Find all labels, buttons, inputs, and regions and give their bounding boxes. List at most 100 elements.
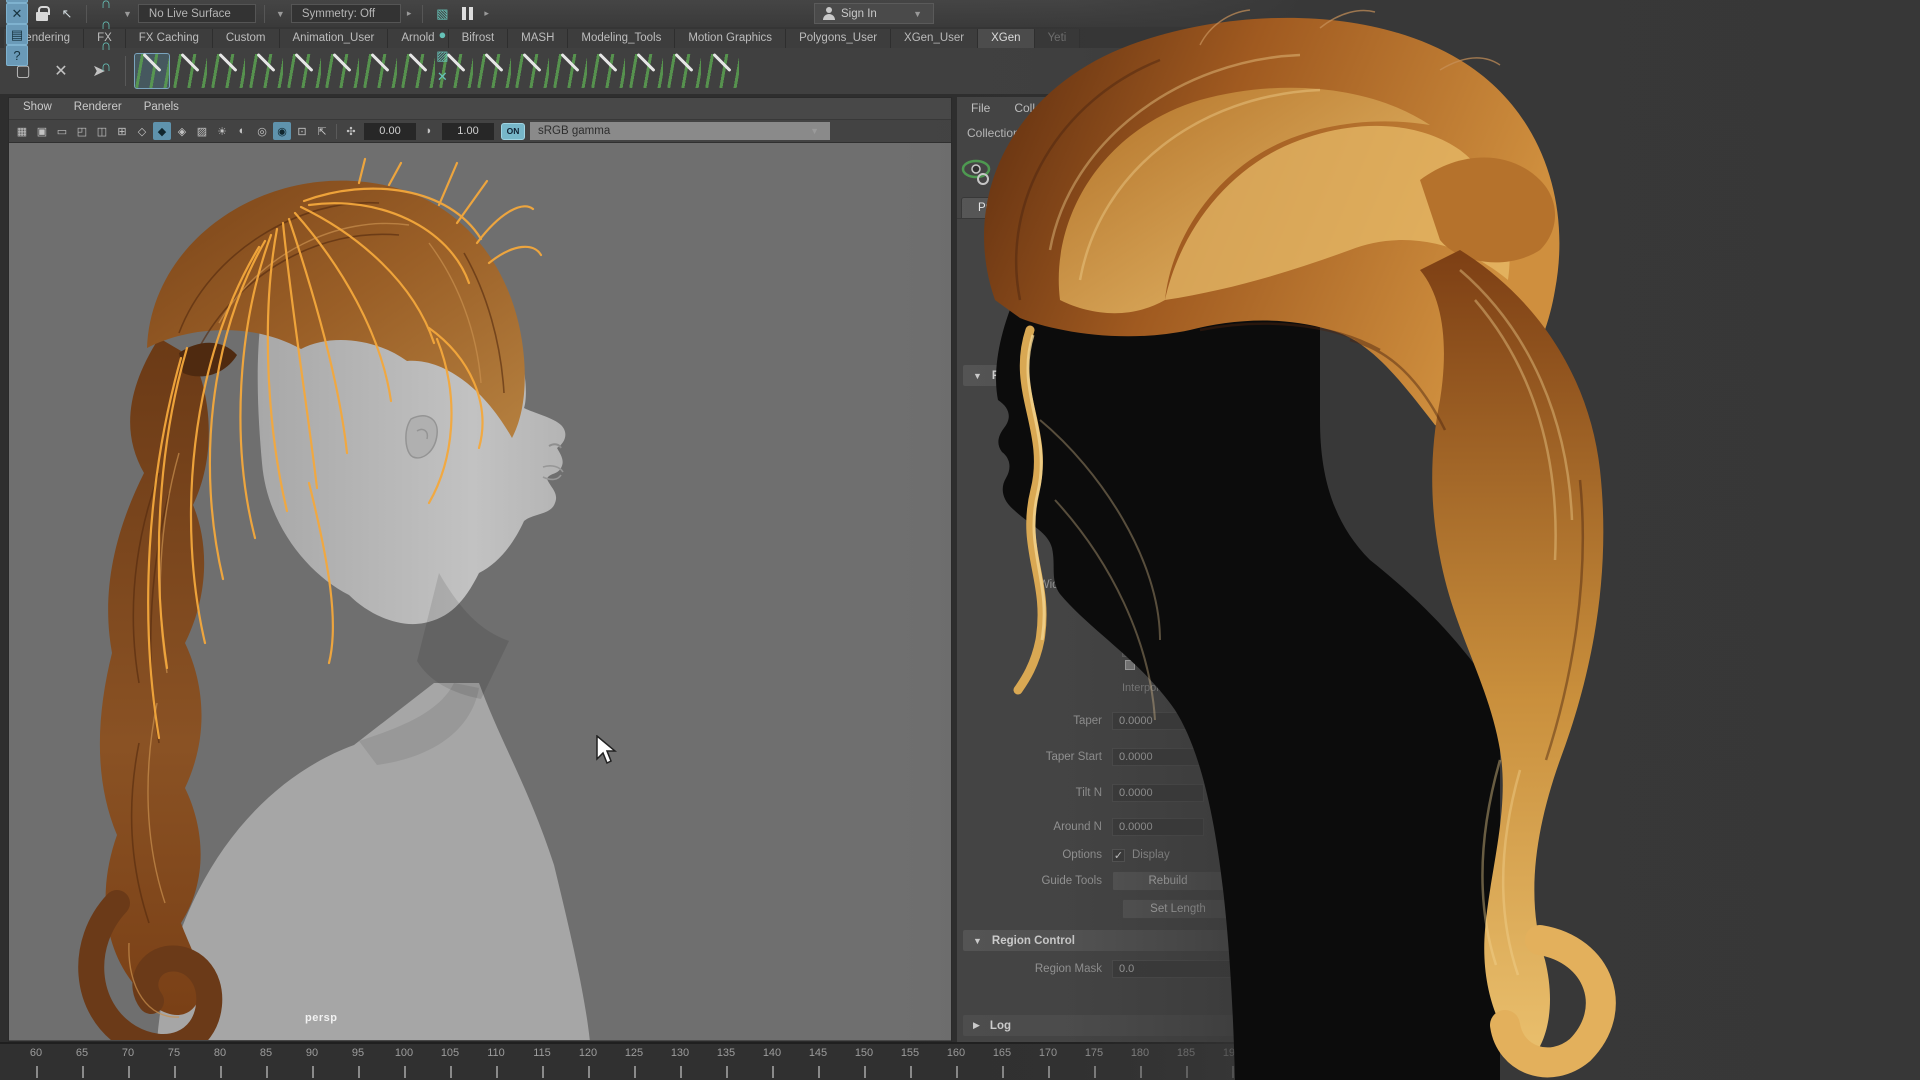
xgen-comb-guides-icon[interactable] xyxy=(325,54,359,88)
uniform-cvs-checkbox[interactable]: ✓ xyxy=(1122,479,1135,492)
symmetry-dropdown[interactable]: Symmetry: Off xyxy=(291,4,401,23)
hypershade-icon[interactable]: ● xyxy=(431,24,453,45)
toggle-preview-caret-icon[interactable]: ▼ xyxy=(1068,167,1083,177)
modifier-cv-count-field[interactable]: 40 xyxy=(1112,450,1204,468)
xgen-noise-guides-icon[interactable] xyxy=(515,54,549,88)
3d-viewport[interactable]: persp xyxy=(9,143,951,1040)
xgen-brush-guides-icon[interactable] xyxy=(363,54,397,88)
render-sequence-icon[interactable]: ▧ xyxy=(431,3,453,24)
xgen-pin-guides-icon[interactable] xyxy=(629,54,663,88)
xgen-menu-item[interactable]: File xyxy=(971,101,990,119)
colorspace-dropdown[interactable]: sRGB gamma ▼ xyxy=(530,122,830,140)
pause-icon[interactable] xyxy=(456,3,478,24)
shelf-tab[interactable]: Motion Graphics xyxy=(675,29,786,48)
collection-name-field[interactable]: hair xyxy=(1030,123,1220,142)
xgen-create-description-icon[interactable] xyxy=(135,54,169,88)
shadows-icon[interactable]: ◐ xyxy=(233,122,251,140)
render-setup-icon[interactable]: ▨ xyxy=(431,45,453,66)
log-section-header[interactable]: ▶ Log xyxy=(963,1015,1293,1036)
lock-icon[interactable] xyxy=(31,3,53,24)
width-ramp-widget[interactable]: R xyxy=(1122,567,1240,657)
xgen-rake-guides-icon[interactable] xyxy=(477,54,511,88)
add-description-icon[interactable] xyxy=(1091,155,1121,189)
sign-in-button[interactable]: Sign In ▼ xyxy=(814,3,934,24)
snap-point-icon[interactable]: ∩ xyxy=(95,0,117,14)
rebuild-button[interactable]: Rebuild xyxy=(1112,871,1224,891)
taper-field[interactable]: 0.0000 xyxy=(1112,712,1204,730)
taper-start-slider[interactable] xyxy=(1212,750,1215,764)
xgen-tab[interactable]: Preview/Outp xyxy=(1045,197,1148,218)
width-field[interactable]: 0.1000 xyxy=(1112,540,1204,558)
plane-icon[interactable]: ⊡ xyxy=(293,122,311,140)
isolate-select-icon[interactable]: ◎ xyxy=(253,122,271,140)
shelf-tab[interactable]: Modeling_Tools xyxy=(568,29,675,48)
xgen-length-guides-icon[interactable] xyxy=(667,54,701,88)
xgen-menu-item[interactable]: Collection xyxy=(1014,101,1067,119)
preview-caret-icon[interactable]: ▼ xyxy=(1003,167,1018,177)
exposure-field[interactable]: 0.00 xyxy=(364,123,416,140)
xgen-wind-guides-icon[interactable] xyxy=(553,54,587,88)
toggle-preview-icon[interactable] xyxy=(1026,156,1060,188)
textured-icon[interactable]: ◈ xyxy=(173,122,191,140)
help-icon[interactable]: ? xyxy=(6,45,28,66)
snap-view-plane-icon[interactable]: ∩ xyxy=(95,35,117,56)
xgen-sculpt-guides-icon[interactable] xyxy=(211,54,245,88)
checkbox[interactable]: ✓ xyxy=(1122,287,1135,300)
snap-options-caret-icon[interactable]: ▼ xyxy=(120,9,135,19)
preview-refresh-icon[interactable] xyxy=(961,156,995,188)
control-using-dropdown[interactable]: Guides xyxy=(1112,424,1204,442)
checkbox[interactable] xyxy=(1122,313,1135,326)
resolution-gate-icon[interactable]: ◰ xyxy=(73,122,91,140)
gamma-field[interactable]: 1.00 xyxy=(442,123,494,140)
gamma-icon[interactable]: ◗ xyxy=(420,122,438,140)
xgen-add-cv-icon[interactable] xyxy=(249,54,283,88)
xgen-menu-item[interactable]: Descriptions xyxy=(1091,101,1157,119)
xgen-add-guide-icon[interactable] xyxy=(173,54,207,88)
set-length-button[interactable]: Set Length xyxy=(1122,899,1234,919)
delete-curves-icon[interactable]: ✕ xyxy=(44,54,78,88)
interpolation-label[interactable]: Interpolation: linear xyxy=(1122,682,1216,694)
paint-effects-icon[interactable]: ✕ xyxy=(431,66,453,87)
xray-icon[interactable]: ◉ xyxy=(273,122,291,140)
tilt-n-field[interactable]: 0.0000 xyxy=(1112,784,1204,802)
camera-select-icon[interactable]: ▣ xyxy=(33,122,51,140)
snapshot-icon[interactable]: ⇱ xyxy=(313,122,331,140)
gate-mask-icon[interactable]: ◫ xyxy=(93,122,111,140)
wireframe-icon[interactable]: ◇ xyxy=(133,122,151,140)
shelf-tab[interactable]: Animation_User xyxy=(280,29,389,48)
shelf-tab[interactable]: FX Caching xyxy=(126,29,213,48)
taper-start-field[interactable]: 0.0000 xyxy=(1112,748,1204,766)
ramp-marker[interactable] xyxy=(1125,660,1135,670)
color-management-toggle[interactable]: ON xyxy=(501,123,525,140)
shelf-tab[interactable]: Bifrost xyxy=(449,29,509,48)
expand-arrow-icon[interactable]: ▸ xyxy=(481,8,492,19)
region-mask-field[interactable]: 0.0 xyxy=(1112,960,1282,978)
shelf-tab[interactable]: MASH xyxy=(508,29,568,48)
use-default-material-icon[interactable]: ▨ xyxy=(193,122,211,140)
create-link[interactable]: Create xyxy=(1125,339,1160,351)
length-field[interactable]: 1.0000 xyxy=(1112,506,1204,524)
xgen-part-guides-icon[interactable] xyxy=(591,54,625,88)
xgen-density-brush-icon[interactable] xyxy=(705,54,739,88)
ramp-handle[interactable] xyxy=(1127,651,1134,658)
field-chart-icon[interactable]: ⊞ xyxy=(113,122,131,140)
primitive-type-dropdown[interactable]: Spline xyxy=(1112,398,1204,416)
region-control-header[interactable]: ▼ Region Control xyxy=(963,930,1293,951)
time-slider[interactable]: 6065707580859095100105110115120125130135… xyxy=(0,1042,1920,1080)
panel-menu-item[interactable]: Panels xyxy=(144,101,179,119)
snap-projected-center-icon[interactable]: ∩ xyxy=(95,14,117,35)
xgen-tab[interactable]: Primitives xyxy=(961,197,1045,218)
make-live-icon[interactable]: ∩ xyxy=(95,56,117,77)
around-n-field[interactable]: 0.0000 xyxy=(1112,818,1204,836)
shelf-tab[interactable]: Polygons_User xyxy=(786,29,891,48)
panel-menu-item[interactable]: Show xyxy=(23,101,52,119)
film-gate-icon[interactable]: ▭ xyxy=(53,122,71,140)
shelf-tab[interactable]: Custom xyxy=(213,29,280,48)
clapperboard-icon[interactable]: ▤ xyxy=(6,24,28,45)
primitive-attributes-header[interactable]: ▼ Primitive Attributes xyxy=(963,365,1293,386)
selection-mask-icon[interactable]: ↖ xyxy=(56,3,78,24)
shelf-tab[interactable]: XGen xyxy=(978,29,1034,48)
expand-arrow-icon[interactable]: ▸ xyxy=(404,8,415,19)
symmetry-caret-icon[interactable]: ▼ xyxy=(273,9,288,19)
smooth-shade-icon[interactable]: ◆ xyxy=(153,122,171,140)
